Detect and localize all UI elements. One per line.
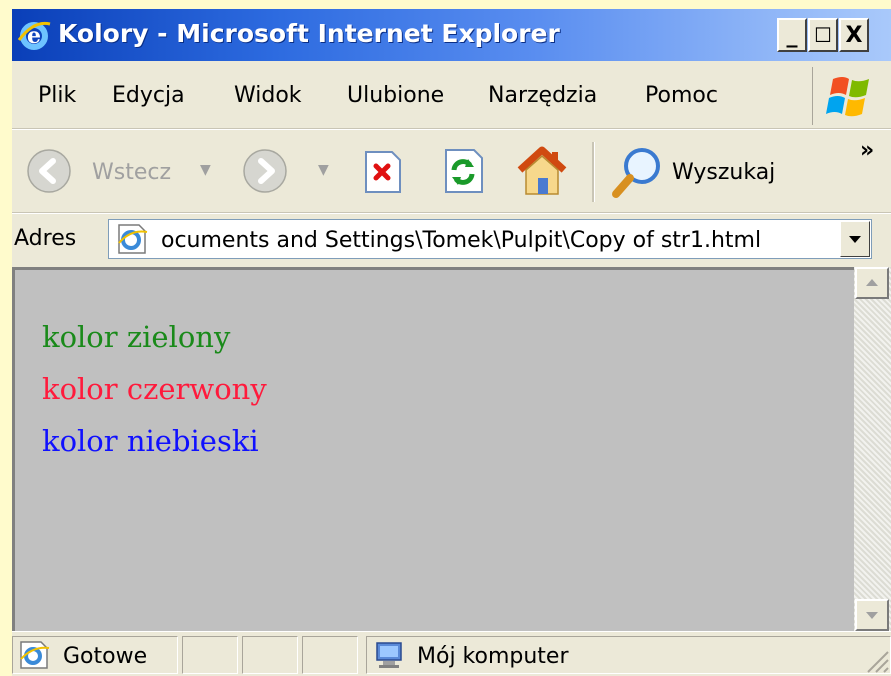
toolbar-separator: [592, 142, 595, 202]
vertical-scrollbar[interactable]: [854, 267, 891, 631]
search-label[interactable]: Wyszukaj: [672, 160, 775, 185]
status-pane-main: Gotowe: [12, 636, 178, 674]
address-input[interactable]: ocuments and Settings\Tomek\Pulpit\Copy …: [108, 219, 872, 259]
chevron-up-icon: [866, 279, 878, 286]
text-line-red: kolor czerwony: [42, 372, 267, 406]
close-button[interactable]: X: [839, 18, 869, 52]
menu-item-plik[interactable]: Plik: [38, 83, 76, 108]
title-bar[interactable]: e Kolory - Microsoft Internet Explorer _…: [12, 9, 891, 61]
chevron-down-icon: [866, 612, 878, 619]
menu-item-narzedzia[interactable]: Narzędzia: [488, 83, 597, 108]
scroll-down-button[interactable]: [855, 599, 889, 631]
menu-item-pomoc[interactable]: Pomoc: [645, 83, 718, 108]
minimize-button[interactable]: _: [777, 18, 807, 52]
home-icon[interactable]: [512, 144, 572, 198]
window-title: Kolory - Microsoft Internet Explorer: [58, 19, 560, 48]
windows-logo-throbber: [812, 67, 887, 125]
back-dropdown-arrow-icon[interactable]: ▼: [200, 162, 211, 178]
menu-item-edycja[interactable]: Edycja: [112, 83, 185, 108]
menu-item-widok[interactable]: Widok: [234, 83, 302, 108]
page-ie-icon: [118, 224, 148, 254]
status-text: Gotowe: [63, 644, 148, 669]
windows-flag-icon: [826, 77, 869, 117]
address-value: ocuments and Settings\Tomek\Pulpit\Copy …: [161, 228, 762, 253]
browser-window: e Kolory - Microsoft Internet Explorer _…: [12, 9, 891, 676]
chevron-down-icon: [849, 236, 861, 243]
back-label[interactable]: Wstecz: [92, 160, 171, 185]
page-content: kolor zielony kolor czerwony kolor niebi…: [12, 267, 854, 631]
my-computer-icon: [376, 642, 402, 668]
forward-dropdown-arrow-icon[interactable]: ▼: [318, 162, 329, 178]
status-pane-empty: [302, 636, 358, 674]
back-arrow-icon[interactable]: [26, 148, 72, 194]
address-dropdown-button[interactable]: [840, 221, 870, 257]
status-pane-zone: Mój komputer: [366, 636, 891, 674]
zone-text: Mój komputer: [417, 644, 569, 669]
maximize-button[interactable]: ☐: [808, 18, 838, 52]
search-icon[interactable]: [608, 142, 668, 202]
menu-item-ulubione[interactable]: Ulubione: [347, 83, 444, 108]
menu-bar: Plik Edycja Widok Ulubione Narzędzia Pom…: [12, 61, 891, 129]
resize-grip-icon[interactable]: [862, 646, 890, 674]
scroll-up-button[interactable]: [855, 267, 889, 299]
status-bar: Gotowe Mój komputer: [12, 631, 891, 676]
refresh-icon[interactable]: [440, 148, 486, 194]
text-line-green: kolor zielony: [42, 320, 231, 354]
address-label: Adres: [14, 226, 77, 251]
status-pane-empty: [242, 636, 298, 674]
standard-toolbar: Wstecz ▼ ▼ Wyszukaj »: [12, 129, 891, 213]
toolbar-overflow-chevron-icon[interactable]: »: [860, 138, 874, 163]
forward-arrow-icon[interactable]: [242, 148, 288, 194]
status-pane-empty: [182, 636, 238, 674]
address-bar: Adres ocuments and Settings\Tomek\Pulpit…: [12, 213, 891, 266]
text-line-blue: kolor niebieski: [42, 424, 259, 458]
ie-logo-icon: e: [17, 21, 51, 50]
page-ie-icon: [20, 641, 50, 669]
stop-icon[interactable]: [360, 150, 404, 194]
